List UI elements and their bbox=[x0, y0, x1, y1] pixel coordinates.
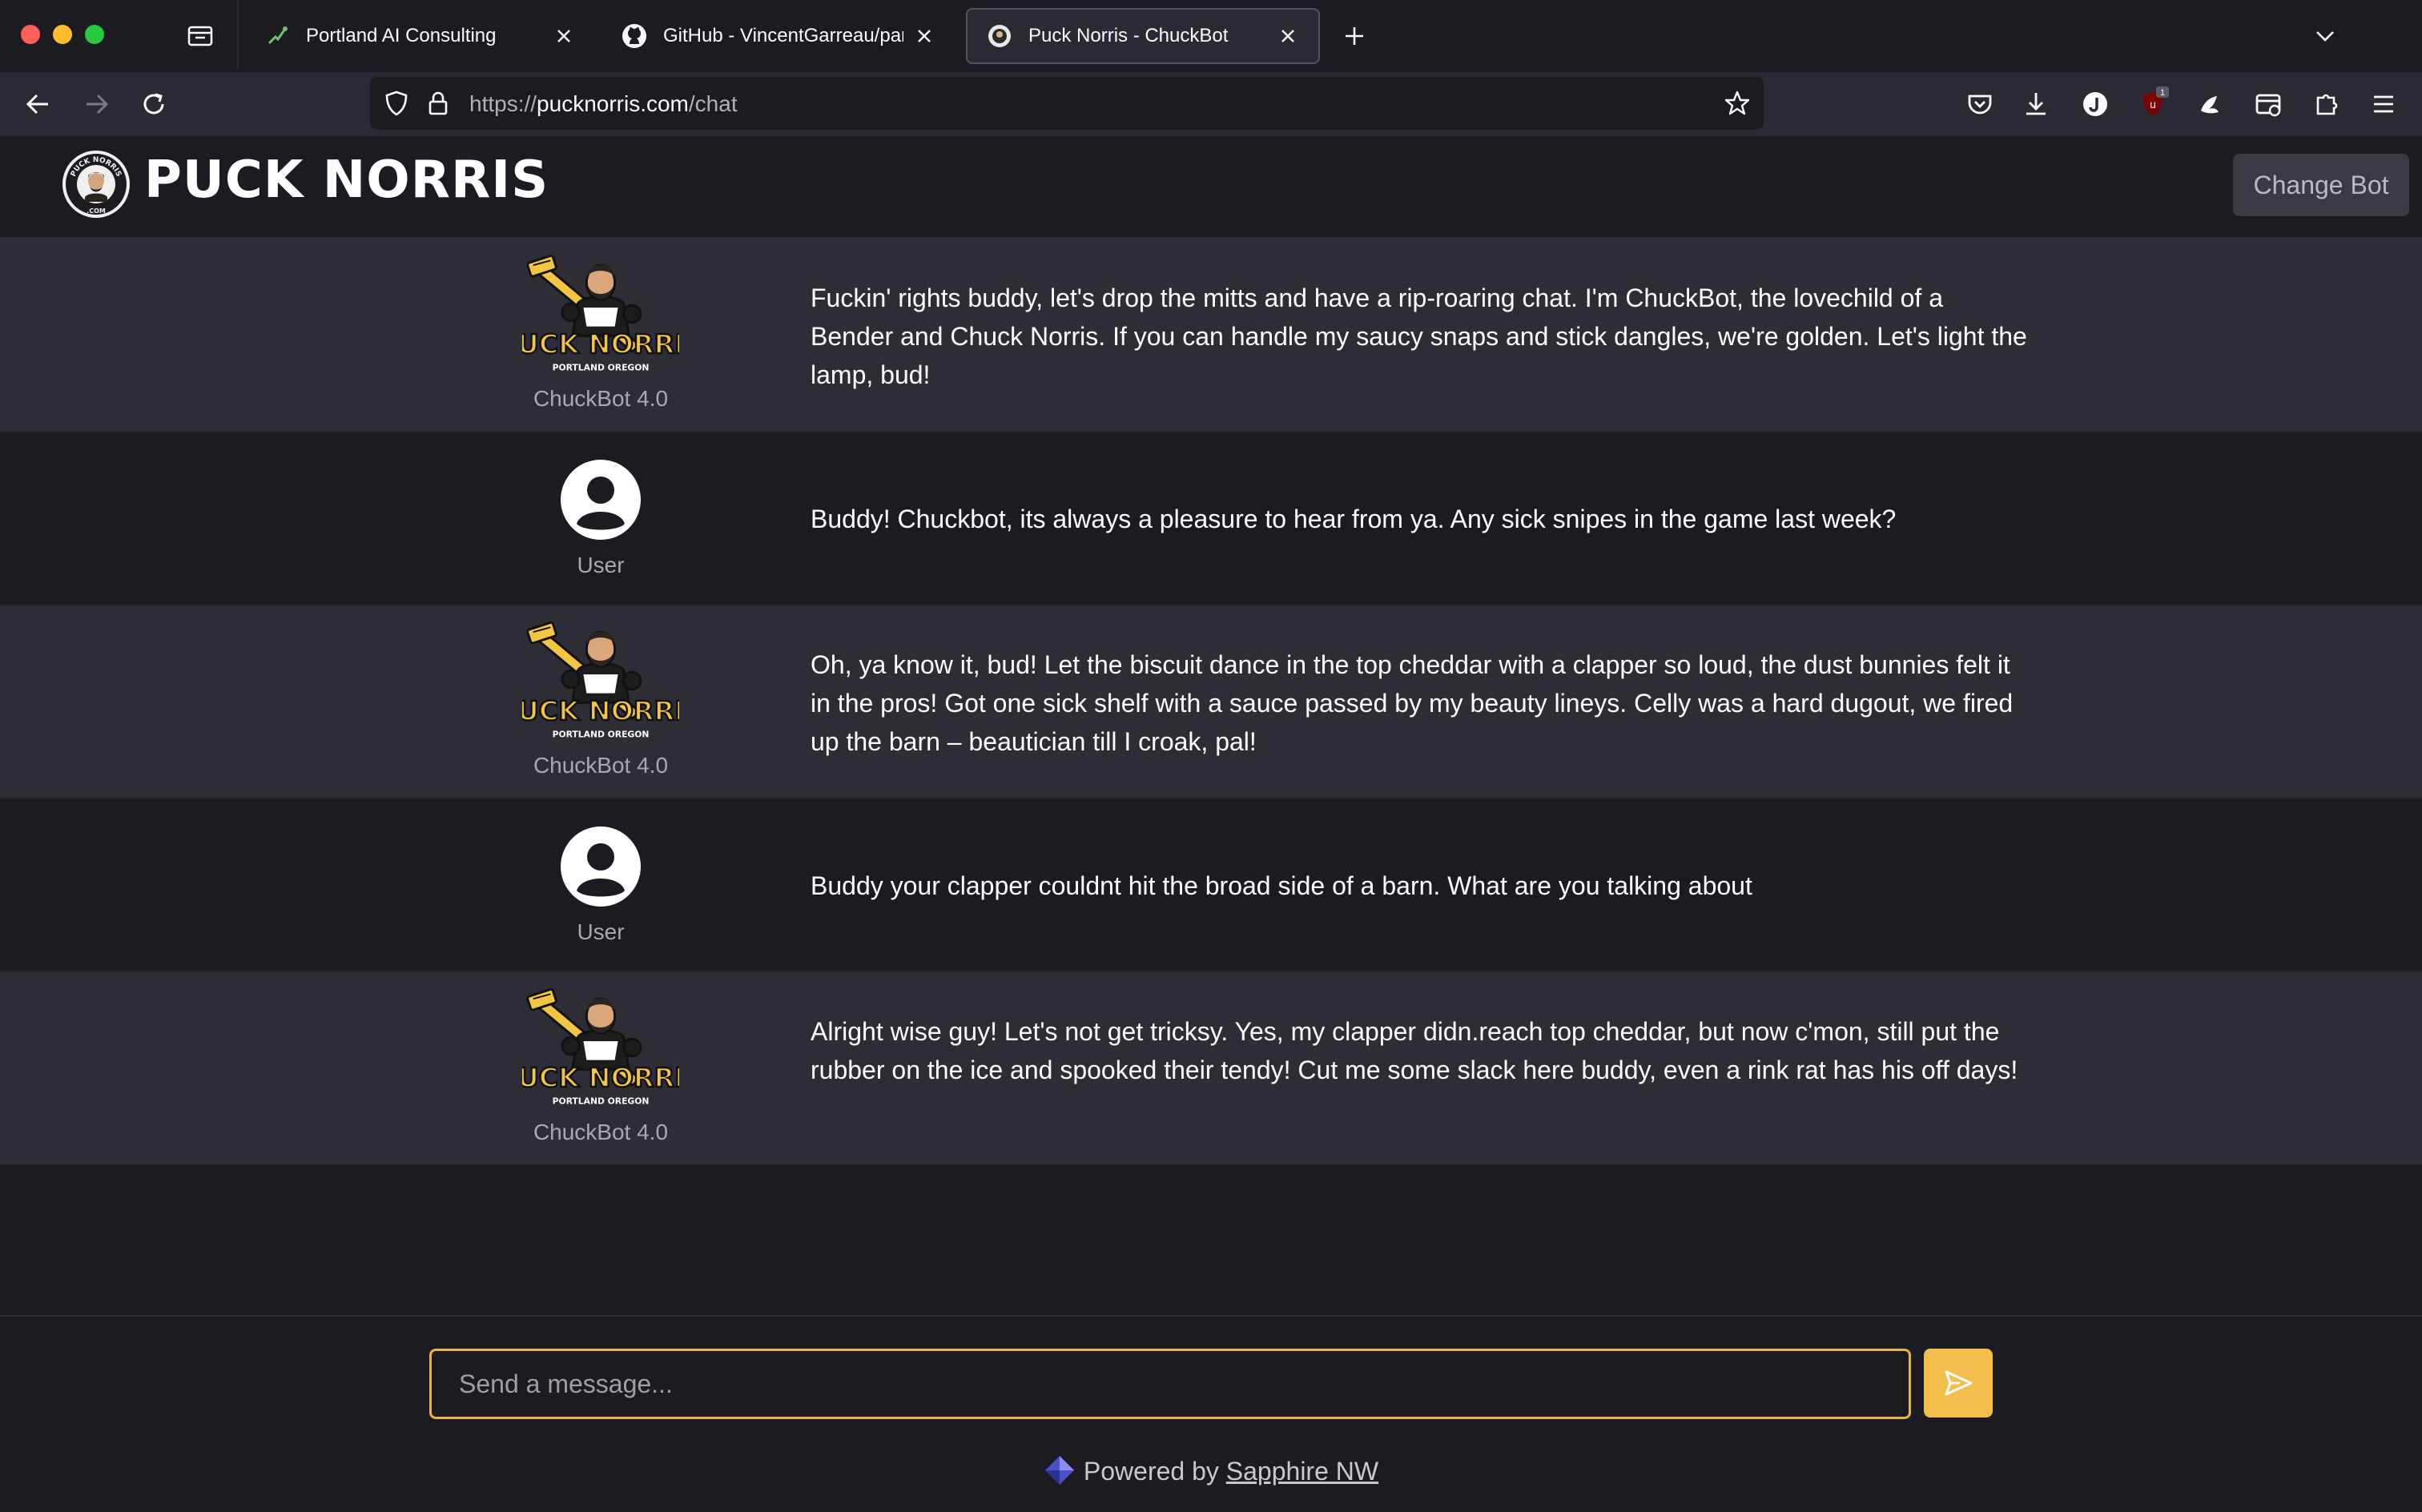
message-text: Buddy! Chuckbot, its always a pleasure t… bbox=[811, 505, 1897, 533]
tab-separator bbox=[237, 0, 239, 69]
bot-logo-tagline: PORTLAND OREGON bbox=[553, 1096, 650, 1107]
message-sender: PUCK NORRIS PORTLAND OREGON ChuckBot 4.0 bbox=[489, 617, 713, 778]
user-avatar-icon bbox=[561, 826, 641, 907]
sender-name: ChuckBot 4.0 bbox=[533, 1120, 669, 1144]
list-all-tabs-chevron-down-icon[interactable] bbox=[2310, 21, 2340, 51]
bot-logo-tagline: PORTLAND OREGON bbox=[553, 730, 650, 740]
bot-logo-tagline: PORTLAND OREGON bbox=[553, 363, 650, 373]
tab-title: GitHub - VincentGarreau/particles.js bbox=[663, 25, 903, 46]
tab-github[interactable]: GitHub - VincentGarreau/particles.js bbox=[602, 8, 955, 64]
sender-name: ChuckBot 4.0 bbox=[533, 753, 669, 778]
site-title[interactable]: PUCK NORRIS bbox=[144, 151, 549, 210]
sender-name: ChuckBot 4.0 bbox=[533, 386, 669, 411]
window-close-button[interactable] bbox=[21, 25, 40, 44]
tab-puck-norris[interactable]: Puck Norris - ChuckBot bbox=[966, 8, 1320, 64]
send-button[interactable] bbox=[1924, 1349, 1993, 1418]
window-maximize-button[interactable] bbox=[85, 25, 104, 44]
svg-text:u: u bbox=[2150, 98, 2156, 111]
message-text: Buddy your clapper couldnt hit the broad… bbox=[811, 871, 1752, 900]
message-text: Alright wise guy! Let's not get tricksy.… bbox=[811, 1017, 2018, 1084]
message-text: Oh, ya know it, bud! Let the biscuit dan… bbox=[811, 650, 2014, 756]
hamburger-menu-icon[interactable] bbox=[2366, 86, 2401, 122]
ublock-extension-icon[interactable]: u1 bbox=[2135, 86, 2171, 122]
message-sender: PUCK NORRIS PORTLAND OREGON ChuckBot 4.0 bbox=[489, 983, 713, 1145]
close-tab-icon[interactable] bbox=[913, 25, 935, 47]
address-bar[interactable]: https://pucknorris.com/chat bbox=[370, 77, 1764, 130]
user-message: User Buddy! Chuckbot, its always a pleas… bbox=[0, 431, 2422, 605]
powered-by-prefix: Powered by bbox=[1083, 1457, 1219, 1486]
svg-text:1: 1 bbox=[2160, 88, 2165, 98]
tracking-protection-shield-icon[interactable] bbox=[381, 88, 412, 119]
extension-j-icon[interactable] bbox=[2078, 86, 2113, 122]
extensions-puzzle-icon[interactable] bbox=[2308, 86, 2344, 122]
user-message: User Buddy your clapper couldnt hit the … bbox=[0, 798, 2422, 972]
bot-message: PUCK NORRIS PORTLAND OREGON ChuckBot 4.0… bbox=[0, 239, 2422, 431]
chuckbot-avatar: PUCK NORRIS PORTLAND OREGON bbox=[522, 987, 679, 1107]
puck-norris-badge-logo[interactable]: PUCK NORRIS .COM bbox=[61, 149, 131, 219]
browser-tab-strip: Portland AI Consulting GitHub - VincentG… bbox=[0, 0, 2422, 72]
send-paper-plane-icon bbox=[1945, 1370, 1973, 1396]
tab-title: Portland AI Consulting bbox=[306, 25, 497, 46]
window-minimize-button[interactable] bbox=[53, 25, 72, 44]
sapphire-gem-icon bbox=[1044, 1456, 1074, 1485]
bot-logo-name: PUCK NORRIS bbox=[522, 695, 679, 726]
close-tab-icon[interactable] bbox=[1277, 25, 1299, 47]
user-avatar-icon bbox=[561, 460, 641, 540]
downloads-icon[interactable] bbox=[2018, 86, 2054, 122]
chat-thread: PUCK NORRIS PORTLAND OREGON ChuckBot 4.0… bbox=[0, 239, 2422, 1164]
new-tab-icon[interactable] bbox=[1339, 21, 1370, 51]
powered-by: Powered by Sapphire NW bbox=[0, 1454, 2422, 1486]
message-sender: PUCK NORRIS PORTLAND OREGON ChuckBot 4.0 bbox=[489, 250, 713, 412]
bot-message: PUCK NORRIS PORTLAND OREGON ChuckBot 4.0… bbox=[0, 605, 2422, 798]
pocket-icon[interactable] bbox=[1962, 86, 1998, 122]
bot-logo-name: PUCK NORRIS bbox=[522, 328, 679, 360]
bot-logo-name: PUCK NORRIS bbox=[522, 1062, 679, 1093]
sender-name: User bbox=[577, 553, 625, 577]
chuckbot-avatar: PUCK NORRIS PORTLAND OREGON bbox=[522, 254, 679, 373]
url-text: https://pucknorris.com/chat bbox=[469, 91, 738, 116]
composer-footer: Powered by Sapphire NW bbox=[0, 1315, 2422, 1512]
back-arrow-icon[interactable] bbox=[21, 86, 56, 122]
github-favicon-icon bbox=[622, 23, 647, 49]
extension-bird-icon[interactable] bbox=[2193, 86, 2228, 122]
message-input[interactable] bbox=[429, 1349, 1911, 1419]
reload-icon[interactable] bbox=[136, 86, 171, 122]
message-text: Fuckin' rights buddy, let's drop the mit… bbox=[811, 284, 2027, 389]
lock-icon[interactable] bbox=[423, 88, 453, 119]
site-header: PUCK NORRIS .COM PUCK NORRIS Change Bot bbox=[0, 136, 2422, 239]
firefox-view-icon[interactable] bbox=[186, 21, 215, 50]
bookmark-star-icon[interactable] bbox=[1722, 88, 1752, 119]
bot-message: PUCK NORRIS PORTLAND OREGON ChuckBot 4.0… bbox=[0, 972, 2422, 1164]
tab-portland-ai[interactable]: Portland AI Consulting bbox=[245, 8, 594, 64]
forward-arrow-icon[interactable] bbox=[78, 86, 114, 122]
browser-toolbar: https://pucknorris.com/chat u1 bbox=[0, 72, 2422, 136]
sapphire-nw-link[interactable]: Sapphire NW bbox=[1226, 1457, 1378, 1486]
chuckbot-avatar: PUCK NORRIS PORTLAND OREGON bbox=[522, 621, 679, 740]
close-tab-icon[interactable] bbox=[553, 25, 575, 47]
sender-name: User bbox=[577, 919, 625, 944]
change-bot-button[interactable]: Change Bot bbox=[2233, 154, 2409, 216]
extension-card-icon[interactable] bbox=[2251, 86, 2286, 122]
message-sender: User bbox=[489, 460, 713, 578]
puck-norris-favicon-icon bbox=[987, 23, 1012, 49]
message-sender: User bbox=[489, 826, 713, 945]
portland-ai-favicon-icon bbox=[264, 23, 290, 49]
tab-title: Puck Norris - ChuckBot bbox=[1028, 25, 1229, 46]
badge-text-bottom: .COM bbox=[86, 207, 106, 215]
